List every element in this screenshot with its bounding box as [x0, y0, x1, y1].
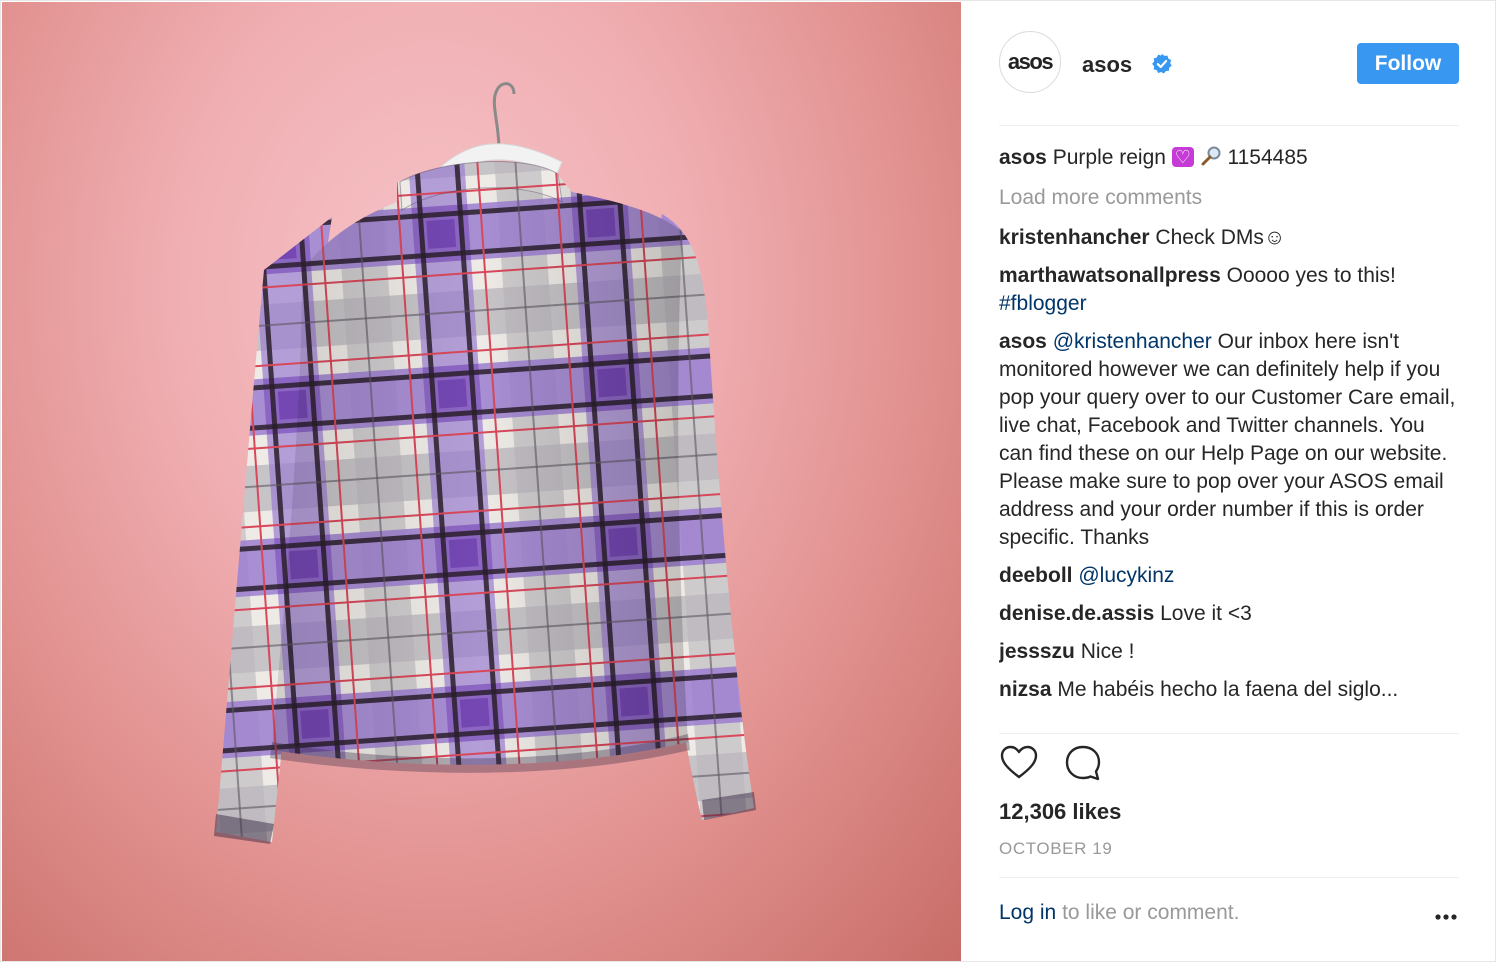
- comment: jessszu Nice !: [999, 638, 1459, 666]
- purple-heart-icon: [1171, 144, 1194, 171]
- comment-username[interactable]: jessszu: [999, 640, 1075, 663]
- follow-button[interactable]: Follow: [1357, 43, 1459, 84]
- comment-bubble-icon[interactable]: [1063, 743, 1103, 783]
- comment-text: Our inbox here isn't monitored however w…: [999, 330, 1456, 549]
- post-photo[interactable]: [2, 2, 961, 961]
- comment-username[interactable]: marthawatsonallpress: [999, 264, 1221, 287]
- login-prompt-text: to like or comment.: [1062, 901, 1240, 924]
- comment-text: Me habéis hecho la faena del siglo...: [1057, 678, 1399, 701]
- login-prompt: Log in to like or comment.: [999, 901, 1239, 925]
- load-more-comments-link[interactable]: Load more comments: [999, 184, 1459, 212]
- likes-count[interactable]: 12,306 likes: [999, 799, 1121, 825]
- comments-list: asos Purple reign 1154485 Load more comm…: [999, 144, 1459, 734]
- comment: nizsa Me habéis hecho la faena del siglo…: [999, 676, 1459, 704]
- comment-username[interactable]: asos: [999, 330, 1047, 353]
- login-link[interactable]: Log in: [999, 901, 1056, 924]
- comment-username[interactable]: denise.de.assis: [999, 602, 1154, 625]
- instagram-post: asos asos Follow asos Purple reign 11544…: [0, 0, 1496, 962]
- plaid-top-illustration: [214, 82, 756, 844]
- caption-code: 1154485: [1227, 146, 1308, 169]
- caption-username[interactable]: asos: [999, 146, 1047, 169]
- post-date: OCTOBER 19: [999, 839, 1113, 858]
- comment: asos @kristenhancher Our inbox here isn'…: [999, 328, 1459, 552]
- comment-text: Nice !: [1080, 640, 1135, 663]
- hashtag-link[interactable]: #fblogger: [999, 292, 1087, 315]
- ellipsis-icon[interactable]: [1433, 907, 1459, 927]
- magnifier-icon: [1201, 146, 1221, 166]
- caption: asos Purple reign 1154485: [999, 144, 1459, 172]
- comment-username[interactable]: deeboll: [999, 564, 1073, 587]
- comment-text: Ooooo yes to this!: [1226, 264, 1396, 287]
- comment: deeboll @lucykinz: [999, 562, 1459, 590]
- post-header: asos asos Follow: [999, 28, 1459, 126]
- avatar-logo-text: asos: [1007, 49, 1054, 74]
- mention-link[interactable]: @lucykinz: [1078, 564, 1174, 587]
- divider: [999, 877, 1459, 878]
- comment-text: Love it <3: [1160, 602, 1252, 625]
- comment-username[interactable]: kristenhancher: [999, 226, 1150, 249]
- comment-username[interactable]: nizsa: [999, 678, 1052, 701]
- action-bar: [999, 743, 1199, 787]
- mention-link[interactable]: @kristenhancher: [1053, 330, 1212, 353]
- avatar[interactable]: asos: [999, 31, 1061, 93]
- caption-text: Purple reign: [1052, 146, 1166, 169]
- post-sidebar: asos asos Follow asos Purple reign 11544…: [961, 1, 1496, 962]
- comment: kristenhancher Check DMs☺: [999, 224, 1459, 252]
- username[interactable]: asos: [1082, 52, 1132, 78]
- comment: marthawatsonallpress Ooooo yes to this! …: [999, 262, 1459, 318]
- comment-text: Check DMs☺: [1155, 226, 1286, 249]
- comment: denise.de.assis Love it <3: [999, 600, 1459, 628]
- heart-outline-icon[interactable]: [999, 743, 1039, 783]
- verified-badge-icon: [1152, 53, 1172, 74]
